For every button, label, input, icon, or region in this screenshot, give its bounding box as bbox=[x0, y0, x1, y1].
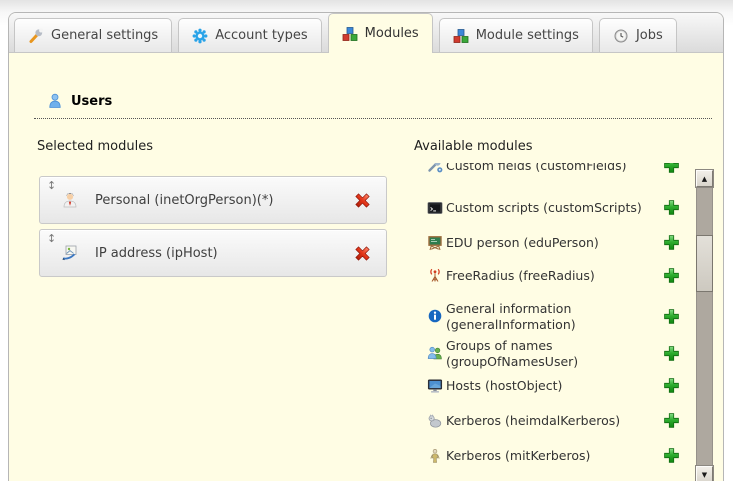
module-label: Hosts (hostObject) bbox=[446, 378, 658, 394]
scroll-down-icon[interactable]: ▼ bbox=[696, 466, 713, 481]
tab-modules[interactable]: Modules bbox=[328, 13, 433, 53]
add-icon[interactable] bbox=[663, 412, 680, 429]
module-label: EDU person (eduPerson) bbox=[446, 235, 658, 251]
tab-label: Modules bbox=[365, 26, 419, 41]
group-icon bbox=[427, 345, 443, 361]
scrollbar-thumb[interactable] bbox=[696, 235, 713, 292]
scrollbar[interactable]: ▲ ▼ bbox=[696, 170, 713, 481]
scroll-up-icon[interactable]: ▲ bbox=[696, 170, 713, 187]
drag-handle-icon[interactable]: ↕ bbox=[47, 179, 56, 192]
list-item-groups-of-names: Groups of names (groupOfNamesUser) bbox=[414, 338, 686, 369]
monitor-icon bbox=[427, 378, 443, 394]
module-label: Kerberos (mitKerberos) bbox=[446, 448, 658, 464]
info-icon bbox=[427, 308, 443, 324]
list-item-kerberos-heimdal: Kerberos (heimdalKerberos) bbox=[414, 411, 686, 431]
settings-panel: General settings Account types Modules M… bbox=[8, 12, 724, 481]
add-icon[interactable] bbox=[663, 377, 680, 394]
ip-address-icon bbox=[61, 244, 79, 262]
terminal-icon bbox=[427, 200, 443, 216]
list-item-freeradius: FreeRadius (freeRadius) bbox=[414, 266, 686, 286]
add-icon[interactable] bbox=[663, 163, 680, 174]
delete-icon[interactable] bbox=[353, 191, 372, 210]
add-icon[interactable] bbox=[663, 234, 680, 251]
list-item-custom-scripts: Custom scripts (customScripts) bbox=[414, 198, 686, 218]
custom-fields-icon bbox=[427, 163, 443, 174]
user-icon bbox=[47, 93, 63, 109]
list-item-custom-fields: Custom fields (customFields) bbox=[414, 163, 686, 176]
tab-general-settings[interactable]: General settings bbox=[14, 18, 172, 52]
available-modules-list[interactable]: Custom fields (customFields) Custom scri… bbox=[414, 163, 686, 481]
module-label: General information (generalInformation) bbox=[446, 301, 658, 332]
module-label: Groups of names (groupOfNamesUser) bbox=[446, 338, 658, 369]
list-item-kerberos-mit: Kerberos (mitKerberos) bbox=[414, 446, 686, 466]
tab-account-types[interactable]: Account types bbox=[178, 18, 321, 52]
section-title: Users bbox=[71, 94, 112, 109]
tab-jobs[interactable]: Jobs bbox=[599, 18, 677, 52]
add-icon[interactable] bbox=[663, 308, 680, 325]
module-label: FreeRadius (freeRadius) bbox=[446, 268, 658, 284]
add-icon[interactable] bbox=[663, 199, 680, 216]
wrench-icon bbox=[28, 28, 44, 44]
available-modules-heading: Available modules bbox=[414, 139, 532, 154]
gear-icon bbox=[192, 28, 208, 44]
add-icon[interactable] bbox=[663, 267, 680, 284]
antenna-icon bbox=[427, 268, 443, 284]
module-label: IP address (ipHost) bbox=[95, 246, 218, 261]
drag-handle-icon[interactable]: ↕ bbox=[47, 232, 56, 245]
list-item-edu-person: EDU person (eduPerson) bbox=[414, 233, 686, 253]
personal-icon bbox=[61, 191, 79, 209]
module-label: Custom fields (customFields) bbox=[446, 163, 658, 174]
selected-module-personal[interactable]: ↕ Personal (inetOrgPerson)(*) bbox=[39, 176, 387, 224]
delete-icon[interactable] bbox=[353, 244, 372, 263]
modules-icon bbox=[453, 28, 469, 44]
list-item-hosts: Hosts (hostObject) bbox=[414, 376, 686, 396]
clock-icon bbox=[613, 28, 629, 44]
selected-modules-heading: Selected modules bbox=[37, 139, 153, 154]
modules-icon bbox=[342, 26, 358, 42]
chalkboard-icon bbox=[427, 235, 443, 251]
config-window: General settings Account types Modules M… bbox=[0, 0, 733, 481]
module-label: Custom scripts (customScripts) bbox=[446, 200, 658, 216]
module-label: Kerberos (heimdalKerberos) bbox=[446, 413, 658, 429]
tab-bar: General settings Account types Modules M… bbox=[9, 13, 723, 53]
module-label: Personal (inetOrgPerson)(*) bbox=[95, 193, 273, 208]
tab-module-settings[interactable]: Module settings bbox=[439, 18, 593, 52]
tab-label: Jobs bbox=[636, 28, 663, 43]
selected-module-ip-address[interactable]: ↕ IP address (ipHost) bbox=[39, 229, 387, 277]
tab-label: General settings bbox=[51, 28, 158, 43]
list-item-general-information: General information (generalInformation) bbox=[414, 301, 686, 332]
users-section-header: Users bbox=[34, 93, 712, 119]
add-icon[interactable] bbox=[663, 447, 680, 464]
add-icon[interactable] bbox=[663, 345, 680, 362]
kerberos-heimdal-icon bbox=[427, 413, 443, 429]
tab-label: Module settings bbox=[476, 28, 579, 43]
tab-label: Account types bbox=[215, 28, 307, 43]
kerberos-mit-icon bbox=[427, 448, 443, 464]
